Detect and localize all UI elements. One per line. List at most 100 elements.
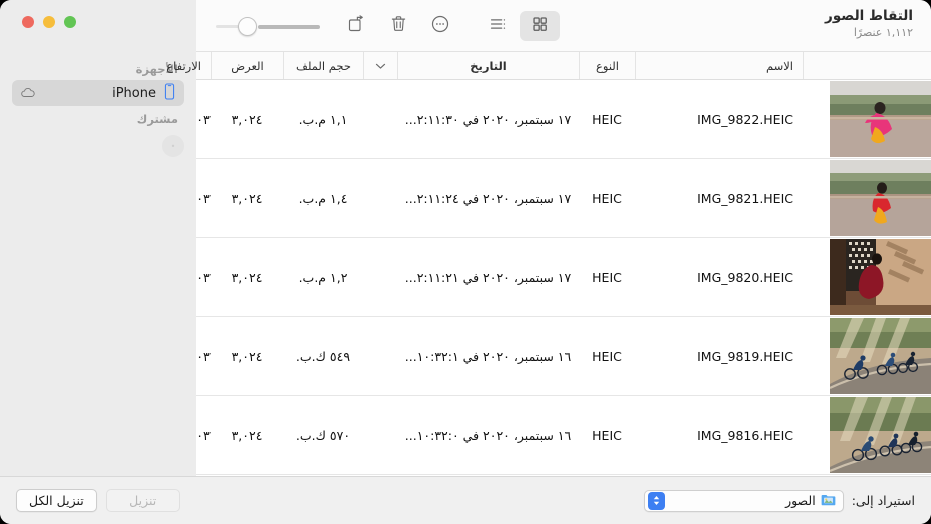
window-controls[interactable] — [22, 16, 76, 28]
row-width: ٣,٠٢٤ — [231, 269, 263, 285]
row-file-name: IMG_9822.HEIC — [697, 111, 793, 127]
import-destination-popup[interactable]: الصور — [643, 489, 844, 512]
thumbnail-sari-walking — [830, 81, 931, 157]
column-header-thumbnail — [803, 52, 931, 79]
column-header-file-size[interactable]: حجم الملف — [283, 52, 363, 79]
row-chevron-spacer — [363, 396, 397, 474]
toolbar-controls — [208, 0, 560, 51]
row-height: ٤,٠٣٢ — [196, 427, 211, 443]
thumbnail-sari-standing — [830, 160, 931, 236]
more-button[interactable] — [420, 11, 460, 41]
sidebar-item-iphone[interactable]: iPhone — [12, 80, 184, 106]
column-header-height[interactable]: الارتفاع — [156, 52, 211, 79]
sidebar-item-iphone-name: iPhone — [112, 85, 156, 101]
row-chevron-spacer — [363, 80, 397, 158]
row-file-name: IMG_9820.HEIC — [697, 269, 793, 285]
row-height: ٤,٠٣٢ — [196, 111, 211, 127]
row-file-type: HEIC — [592, 427, 622, 443]
slider-track-right — [258, 24, 320, 29]
row-date: ١٧ سبتمبر، ٢٠٢٠ في ٢:١١:٢١... — [404, 269, 572, 285]
row-thumbnail[interactable] — [803, 159, 931, 237]
page-title: التقاط الصور — [825, 8, 913, 24]
ellipsis-circle-icon — [429, 13, 451, 39]
thumbnail-cyclists-a — [830, 318, 931, 394]
column-header-name[interactable]: الاسم — [635, 52, 803, 79]
sidebar-section-shared-header: مشترك — [136, 112, 178, 126]
image-capture-window: التقاط الصور ١,١١٢ عنصرًا الأجهزة iPhone… — [0, 0, 931, 524]
download-all-button[interactable]: تنزيل الكل — [16, 489, 97, 512]
window-top-strip: التقاط الصور ١,١١٢ عنصرًا — [0, 0, 931, 52]
close-button[interactable] — [22, 16, 34, 28]
row-file-size: ١,٤ م.ب. — [298, 190, 348, 206]
window-body: الأجهزة iPhone مشترك • الاسم النوع التار… — [0, 52, 931, 476]
row-file-type: HEIC — [592, 190, 622, 206]
row-chevron-spacer — [363, 238, 397, 316]
table-row[interactable]: IMG_9822.HEIC HEIC ١٧ سبتمبر، ٢٠٢٠ في ٢:… — [196, 80, 931, 159]
row-file-type: HEIC — [592, 269, 622, 285]
content-pane: الاسم النوع التاريخ حجم الملف العرض الار… — [166, 52, 931, 476]
import-destination-text: الصور — [785, 493, 816, 508]
popup-arrows-icon — [647, 491, 665, 510]
row-date: ١٧ سبتمبر، ٢٠٢٠ في ٢:١١:٣٠... — [404, 111, 572, 127]
row-file-type: HEIC — [592, 348, 622, 364]
grid-view-icon — [529, 13, 551, 39]
column-header-type[interactable]: النوع — [579, 52, 635, 79]
row-thumbnail[interactable] — [803, 396, 931, 474]
row-file-size: ٥٤٩ ك.ب. — [295, 348, 351, 364]
rotate-icon — [346, 13, 367, 38]
row-file-name: IMG_9819.HEIC — [697, 348, 793, 364]
row-width: ٣,٠٢٤ — [231, 427, 263, 443]
row-width: ٣,٠٢٤ — [231, 348, 263, 364]
row-thumbnail[interactable] — [803, 317, 931, 395]
table-row[interactable]: IMG_9819.HEIC HEIC ١٦ سبتمبر، ٢٠٢٠ في ١٠… — [196, 317, 931, 396]
trash-icon — [388, 13, 409, 38]
table-row[interactable]: IMG_9821.HEIC HEIC ١٧ سبتمبر، ٢٠٢٠ في ٢:… — [196, 159, 931, 238]
list-view-button[interactable] — [478, 11, 518, 41]
import-to-label: استيراد إلى: — [851, 493, 915, 508]
row-height: ٤,٠٣٢ — [196, 190, 211, 206]
row-date: ١٦ سبتمبر، ٢٠٢٠ في ١٠:٣٢:٠... — [404, 427, 572, 443]
minimize-button[interactable] — [43, 16, 55, 28]
download-buttons: تنزيل الكل تنزيل — [16, 489, 180, 512]
row-file-size: ٥٧٠ ك.ب. — [295, 427, 351, 443]
row-height: ٤,٠٣٢ — [196, 348, 211, 364]
table-header-row: الاسم النوع التاريخ حجم الملف العرض الار… — [166, 52, 931, 80]
row-width: ٣,٠٢٤ — [231, 111, 263, 127]
column-header-date[interactable]: التاريخ — [397, 52, 579, 79]
row-height: ٤,٠٣٢ — [196, 269, 211, 285]
row-file-size: ١,٢ م.ب. — [298, 269, 348, 285]
row-thumbnail[interactable] — [803, 80, 931, 158]
row-date: ١٧ سبتمبر، ٢٠٢٠ في ٢:١١:٢٤... — [404, 190, 572, 206]
row-chevron-spacer — [363, 317, 397, 395]
thumbnail-cyclists-b — [830, 397, 931, 473]
window-title-block: التقاط الصور ١,١١٢ عنصرًا — [825, 8, 913, 39]
slider-thumb[interactable] — [238, 16, 257, 36]
item-count: ١,١١٢ عنصرًا — [853, 25, 913, 39]
sidebar: الأجهزة iPhone مشترك • — [0, 52, 196, 476]
thumbnail-size-slider[interactable] — [216, 15, 320, 37]
iphone-icon — [163, 82, 176, 104]
column-header-width[interactable]: العرض — [211, 52, 283, 79]
rotate-button[interactable] — [336, 11, 376, 41]
photos-folder-icon — [821, 493, 836, 509]
sidebar-shared-placeholder: • — [162, 135, 184, 157]
row-file-name: IMG_9821.HEIC — [697, 190, 793, 206]
download-button: تنزيل — [105, 489, 180, 512]
row-chevron-spacer — [363, 159, 397, 237]
table-row[interactable]: IMG_9820.HEIC HEIC ١٧ سبتمبر، ٢٠٢٠ في ٢:… — [196, 238, 931, 317]
sort-direction-chevron-down-icon[interactable] — [363, 52, 397, 79]
sidebar-item-iphone-label-group: iPhone — [112, 82, 176, 104]
toolbar: التقاط الصور ١,١١٢ عنصرًا — [196, 0, 931, 52]
row-file-type: HEIC — [592, 111, 622, 127]
thumbnail-red-dress-lattice — [830, 239, 931, 315]
grid-view-button[interactable] — [520, 10, 560, 41]
cloud-icon — [20, 84, 36, 103]
bottom-bar: استيراد إلى: الصور تنزيل الكل تنزيل — [0, 476, 931, 524]
row-date: ١٦ سبتمبر، ٢٠٢٠ في ١٠:٣٢:١... — [404, 348, 572, 364]
import-destination-value-group: الصور — [785, 493, 840, 509]
delete-button[interactable] — [378, 11, 418, 41]
table-row[interactable]: IMG_9816.HEIC HEIC ١٦ سبتمبر، ٢٠٢٠ في ١٠… — [196, 396, 931, 475]
row-thumbnail[interactable] — [803, 238, 931, 316]
zoom-button[interactable] — [64, 16, 76, 28]
file-list[interactable]: IMG_9822.HEIC HEIC ١٧ سبتمبر، ٢٠٢٠ في ٢:… — [196, 80, 931, 476]
